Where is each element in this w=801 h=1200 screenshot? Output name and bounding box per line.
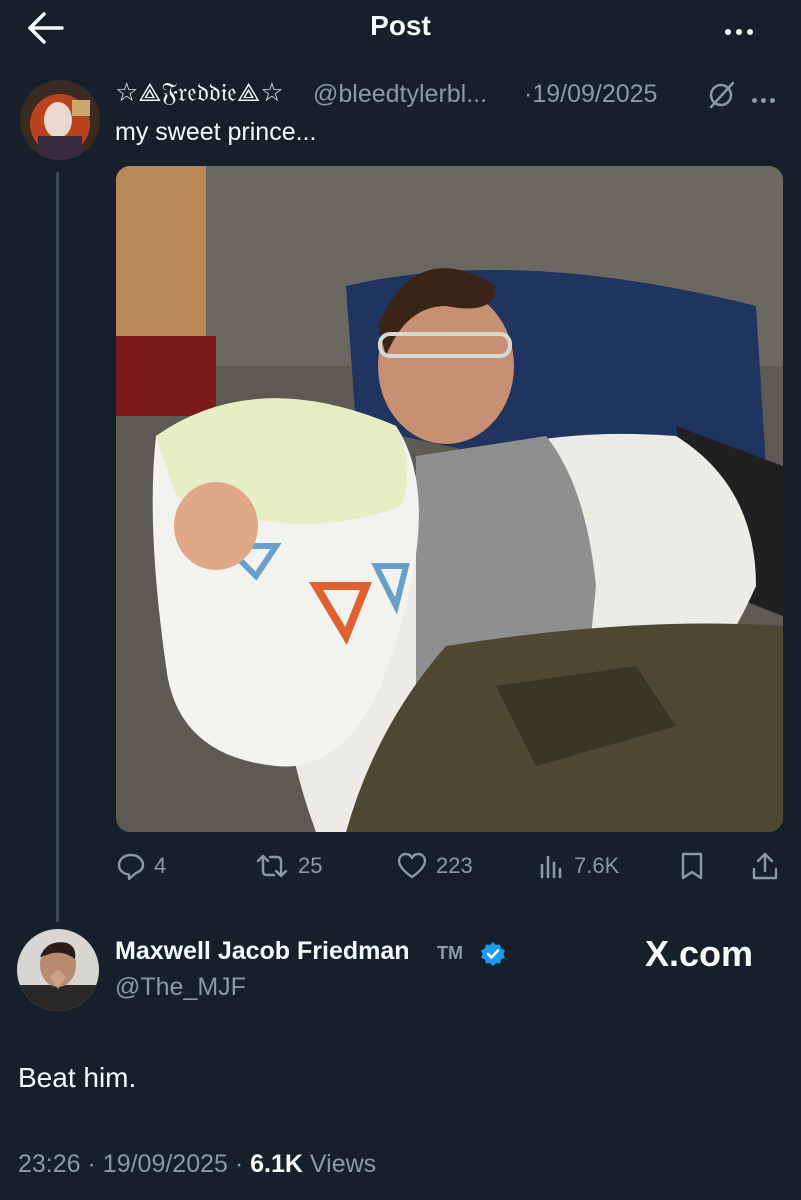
more-options-icon[interactable] xyxy=(725,22,761,35)
grok-icon[interactable] xyxy=(706,80,736,110)
like-count: 223 xyxy=(436,853,473,878)
meta-separator: · xyxy=(87,1150,103,1178)
views-count: 6.1K xyxy=(250,1150,303,1178)
post-more-icon[interactable] xyxy=(752,90,782,103)
post-text: Beat him. xyxy=(18,1062,137,1093)
repost-button[interactable]: 25 xyxy=(254,848,322,884)
author-handle[interactable]: @bleedtylerbl... xyxy=(313,80,487,109)
reply-count: 4 xyxy=(154,853,167,878)
share-icon xyxy=(752,852,778,880)
share-button[interactable] xyxy=(750,848,780,884)
avatar[interactable] xyxy=(20,80,100,160)
page-title: Post xyxy=(370,10,431,41)
views-label: Views xyxy=(309,1150,377,1178)
verified-badge-icon xyxy=(480,941,506,967)
author-name[interactable]: Maxwell Jacob Friedman xyxy=(115,937,410,966)
bookmark-button[interactable] xyxy=(678,848,706,884)
post-text: my sweet prince... xyxy=(115,118,317,146)
thread-connector xyxy=(56,172,59,922)
avatar[interactable] xyxy=(17,929,99,1011)
author-name[interactable]: ☆⟁𝔉𝔯𝔢𝔡𝔡𝔦𝔢⟁☆ xyxy=(115,78,284,109)
meta-separator: · xyxy=(234,1150,251,1178)
bookmark-icon xyxy=(681,852,703,880)
x-com-watermark: X.com xyxy=(645,933,754,974)
repost-icon xyxy=(256,854,288,878)
like-button[interactable]: 223 xyxy=(396,848,473,884)
post-photo[interactable] xyxy=(116,166,783,832)
post-time[interactable]: 23:26 xyxy=(18,1150,81,1178)
reply-icon xyxy=(117,853,145,881)
post-date[interactable]: ·19/09/2025 xyxy=(524,80,657,109)
post-meta: 23:26 · 19/09/2025 · 6.1K Views xyxy=(18,1150,376,1179)
author-handle[interactable]: @The_MJF xyxy=(115,973,246,1002)
trademark-mark: TM xyxy=(437,943,463,963)
post-header: Post xyxy=(0,0,801,56)
views-button[interactable]: 7.6K xyxy=(538,848,619,884)
heart-icon xyxy=(397,852,427,879)
reply-button[interactable]: 4 xyxy=(116,848,166,884)
post-date[interactable]: 19/09/2025 xyxy=(103,1150,228,1178)
repost-count: 25 xyxy=(298,853,323,878)
post-date-text: 19/09/2025 xyxy=(532,80,658,108)
views-count: 7.6K xyxy=(574,853,620,878)
analytics-icon xyxy=(540,855,562,879)
